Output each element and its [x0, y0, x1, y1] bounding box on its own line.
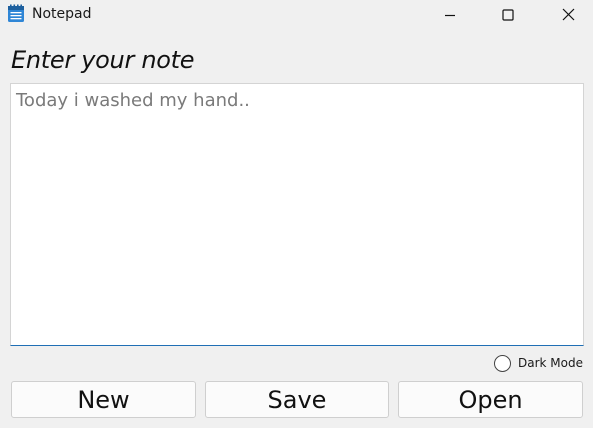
open-button[interactable]: Open — [398, 381, 583, 418]
maximize-icon — [502, 8, 514, 21]
note-textarea[interactable]: Today i washed my hand.. — [10, 83, 584, 346]
dark-mode-label: Dark Mode — [518, 356, 583, 370]
note-placeholder: Today i washed my hand.. — [16, 90, 250, 111]
new-button[interactable]: New — [11, 381, 196, 418]
close-icon — [562, 8, 575, 21]
dark-mode-radio[interactable] — [494, 354, 511, 372]
notepad-window: Notepad Enter your note Today i washed m… — [0, 0, 593, 428]
window-title: Notepad — [32, 6, 92, 22]
minimize-button[interactable] — [427, 0, 473, 29]
dark-mode-toggle[interactable]: Dark Mode — [494, 354, 583, 372]
title-bar[interactable]: Notepad — [0, 0, 593, 29]
minimize-icon — [444, 9, 456, 21]
page-heading: Enter your note — [11, 46, 195, 74]
save-button[interactable]: Save — [205, 381, 389, 418]
notepad-icon — [7, 4, 25, 23]
maximize-button[interactable] — [485, 0, 531, 29]
close-button[interactable] — [545, 0, 591, 29]
